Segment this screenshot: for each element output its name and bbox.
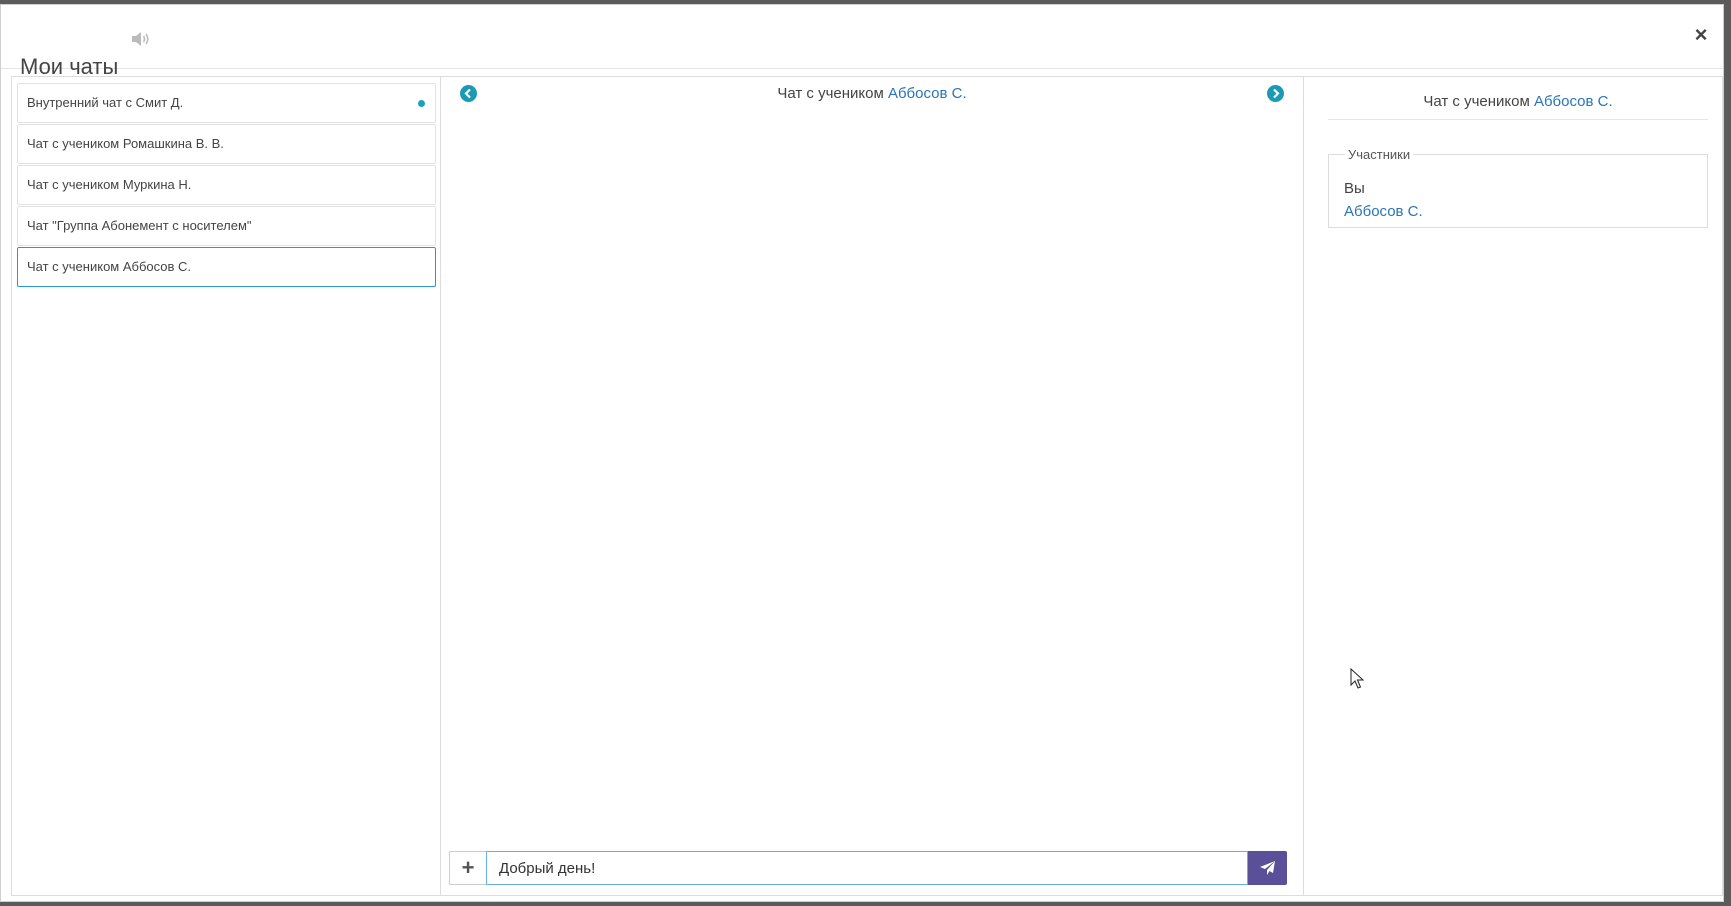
- chat-item-group[interactable]: Чат "Группа Абонемент с носителем": [17, 206, 436, 246]
- send-button[interactable]: [1248, 851, 1287, 885]
- chat-item-label: Внутренний чат с Смит Д.: [27, 95, 184, 110]
- unread-indicator: [418, 100, 425, 107]
- message-input[interactable]: [486, 851, 1248, 885]
- chat-item-romashkina[interactable]: Чат с учеником Ромашкина В. В.: [17, 124, 436, 164]
- participants-legend: Участники: [1348, 147, 1411, 162]
- participants-box: Участники Вы Аббосов С.: [1328, 147, 1708, 228]
- close-button[interactable]: ×: [1689, 23, 1713, 47]
- chat-info-title: Чат с учеником Аббосов С.: [1328, 93, 1708, 120]
- speaker-icon[interactable]: [130, 30, 152, 48]
- participant-self: Вы: [1344, 180, 1365, 197]
- mouse-cursor-icon: [1350, 668, 1364, 689]
- modal-header: Мои чаты ×: [1, 5, 1723, 79]
- message-composer: +: [449, 851, 1287, 885]
- attach-button[interactable]: +: [449, 851, 486, 885]
- conversation-title-prefix: Чат с учеником: [777, 85, 884, 102]
- chat-item-label: Чат с учеником Ромашкина В. В.: [27, 136, 224, 151]
- chat-list-pane: Внутренний чат с Смит Д. Чат с учеником …: [12, 77, 441, 895]
- chat-item-smith[interactable]: Внутренний чат с Смит Д.: [17, 83, 436, 123]
- chat-item-murkina[interactable]: Чат с учеником Муркина Н.: [17, 165, 436, 205]
- student-link[interactable]: Аббосов С.: [1534, 93, 1613, 110]
- chevron-right-icon: [1273, 88, 1280, 99]
- chat-item-label: Чат с учеником Аббосов С.: [27, 259, 192, 274]
- participant-student-link[interactable]: Аббосов С.: [1344, 203, 1423, 220]
- conversation-title: Чат с учеником Аббосов С.: [441, 85, 1303, 102]
- chat-info-pane: Чат с учеником Аббосов С. Участники Вы А…: [1304, 77, 1722, 895]
- paper-plane-icon: [1260, 861, 1275, 875]
- chat-panes: Внутренний чат с Смит Д. Чат с учеником …: [11, 76, 1723, 896]
- chat-item-label: Чат с учеником Муркина Н.: [27, 177, 192, 192]
- conversation-pane: Чат с учеником Аббосов С. +: [441, 77, 1304, 895]
- next-chat-button[interactable]: [1267, 85, 1284, 102]
- chat-item-label: Чат "Группа Абонемент с носителем": [27, 218, 252, 233]
- student-link[interactable]: Аббосов С.: [888, 85, 967, 102]
- chat-item-abbosov[interactable]: Чат с учеником Аббосов С.: [17, 247, 436, 287]
- chats-modal: Мои чаты × Внутренний чат с Смит Д. Чат …: [0, 4, 1724, 902]
- chat-info-title-prefix: Чат с учеником: [1423, 93, 1530, 110]
